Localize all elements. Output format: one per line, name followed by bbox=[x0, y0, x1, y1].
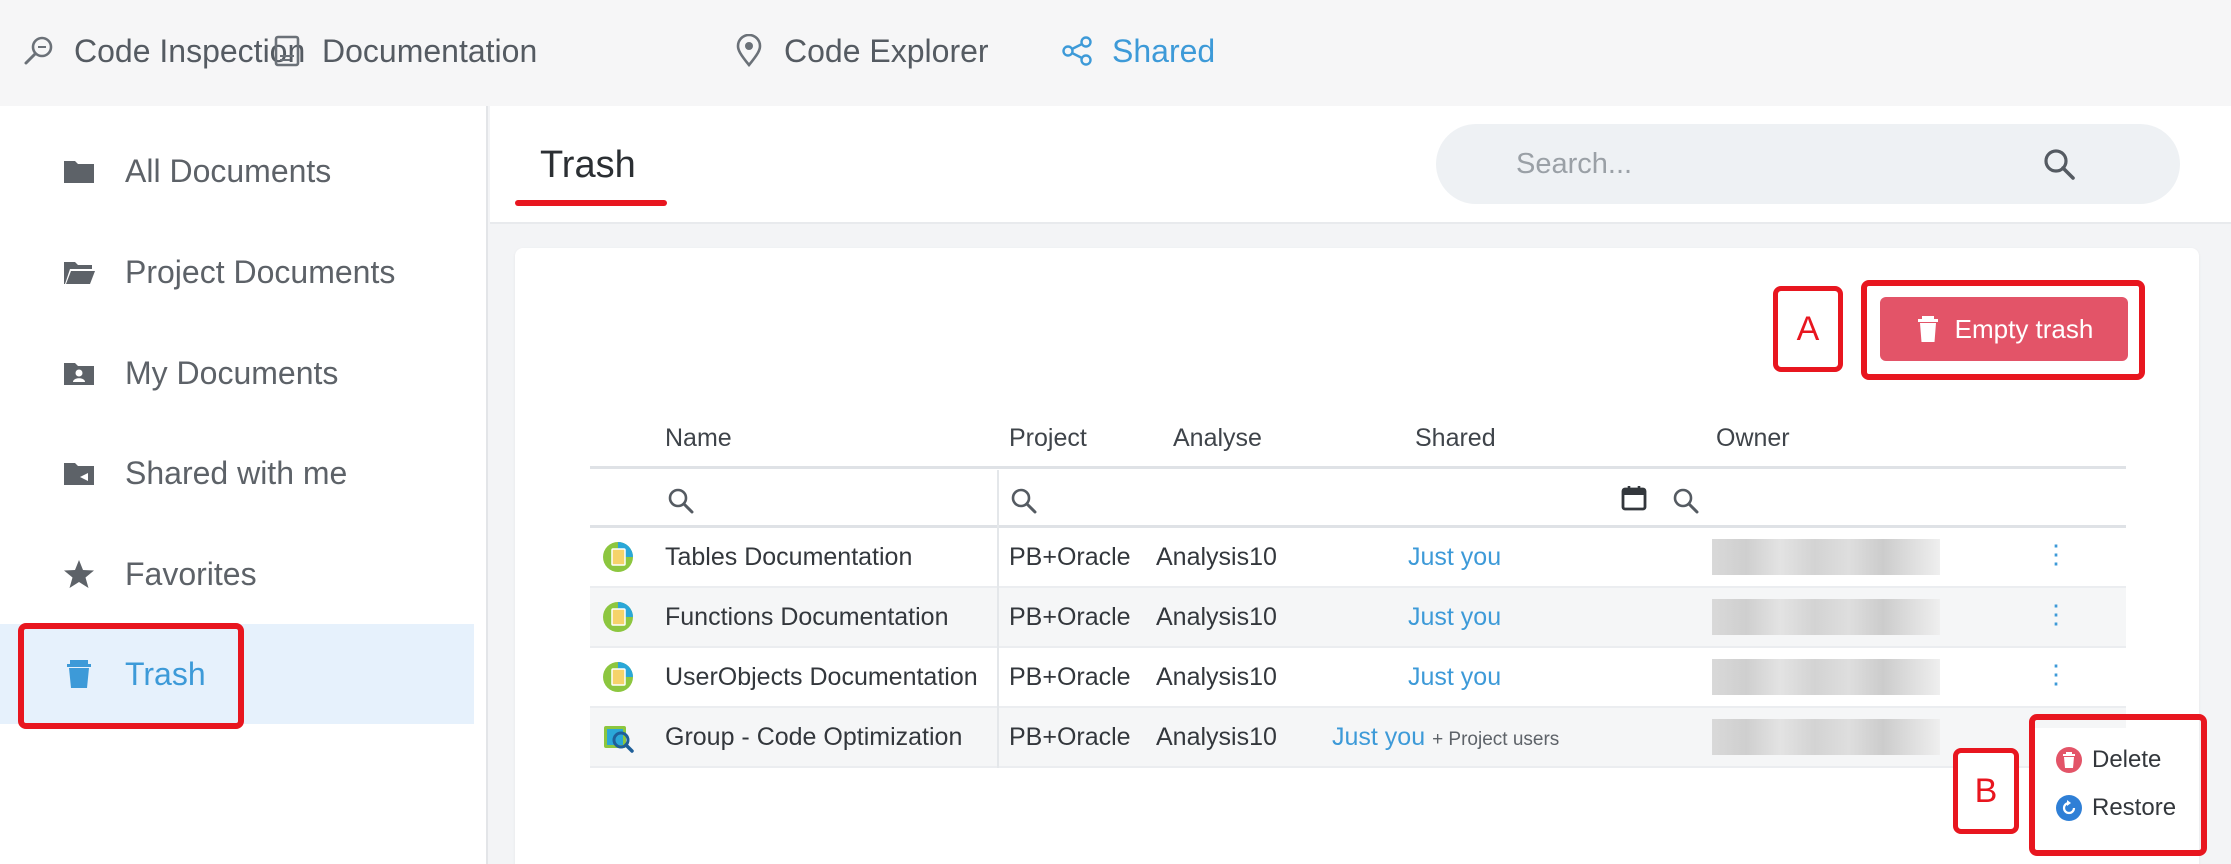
document-globe-icon bbox=[603, 662, 633, 692]
user-folder-icon bbox=[64, 363, 94, 385]
document-globe-icon bbox=[603, 542, 633, 572]
annotation-label-b: B bbox=[1953, 748, 2019, 834]
page-title: Trash bbox=[540, 144, 636, 186]
nav-label: Shared bbox=[1112, 32, 1216, 69]
filter-search-icon[interactable] bbox=[1010, 487, 1038, 515]
document-globe-icon bbox=[603, 602, 633, 632]
row-shared[interactable]: Just you + Project users bbox=[1332, 723, 1559, 752]
sidebar-item-all-documents[interactable]: All Documents bbox=[0, 121, 474, 221]
code-optimization-icon bbox=[604, 726, 634, 753]
app-root: Code Inspection Documentation Code Explo… bbox=[0, 0, 2231, 864]
nav-code-inspection[interactable]: Code Inspection bbox=[22, 28, 305, 74]
column-header-analyse[interactable]: Analyse bbox=[1173, 424, 1262, 453]
sidebar-item-shared-with-me[interactable]: Shared with me bbox=[0, 423, 474, 523]
folder-icon bbox=[64, 161, 94, 183]
sidebar-item-label: All Documents bbox=[125, 152, 332, 189]
nav-label: Documentation bbox=[322, 32, 538, 69]
owner-redacted bbox=[1712, 539, 1940, 575]
column-header-shared[interactable]: Shared bbox=[1415, 424, 1496, 453]
row-shared[interactable]: Just you bbox=[1408, 603, 1501, 632]
title-underline bbox=[515, 200, 667, 206]
row-divider bbox=[590, 646, 2126, 648]
nav-code-explorer[interactable]: Code Explorer bbox=[732, 28, 989, 74]
row-actions-menu-icon[interactable]: ⋮ bbox=[2043, 659, 2069, 689]
sidebar-item-label: My Documents bbox=[125, 354, 339, 391]
row-project: PB+Oracle bbox=[1009, 543, 1131, 571]
filter-search-icon[interactable] bbox=[1672, 487, 1700, 515]
row-name[interactable]: UserObjects Documentation bbox=[665, 663, 978, 692]
owner-redacted bbox=[1712, 599, 1940, 635]
column-header-name[interactable]: Name bbox=[665, 424, 732, 453]
map-pin-icon bbox=[736, 34, 762, 68]
row-analyse: Analysis10 bbox=[1156, 723, 1277, 751]
shared-extra: + Project users bbox=[1432, 729, 1560, 750]
row-shared[interactable]: Just you bbox=[1408, 663, 1501, 692]
sidebar-item-label: Favorites bbox=[125, 555, 257, 592]
header-divider bbox=[590, 466, 2126, 469]
top-navigation: Code Inspection Documentation Code Explo… bbox=[0, 0, 2231, 106]
empty-trash-label: Empty trash bbox=[1954, 313, 2094, 344]
magnifier-inspect-icon bbox=[24, 36, 53, 65]
row-actions-menu-icon[interactable]: ⋮ bbox=[2043, 599, 2069, 629]
row-name[interactable]: Functions Documentation bbox=[665, 603, 948, 632]
row-analyse: Analysis10 bbox=[1156, 603, 1277, 631]
row-project: PB+Oracle bbox=[1009, 663, 1131, 691]
search-icon[interactable] bbox=[2041, 146, 2077, 182]
sidebar-item-label: Shared with me bbox=[125, 454, 348, 491]
nav-documentation[interactable]: Documentation bbox=[270, 28, 537, 74]
row-name[interactable]: Tables Documentation bbox=[665, 543, 912, 572]
row-name[interactable]: Group - Code Optimization bbox=[665, 723, 962, 752]
owner-redacted bbox=[1712, 659, 1940, 695]
row-shared[interactable]: Just you bbox=[1408, 543, 1501, 572]
shared-value: Just you bbox=[1408, 543, 1502, 571]
shared-value: Just you bbox=[1408, 603, 1502, 631]
row-actions-menu-icon[interactable]: ⋮ bbox=[2043, 539, 2069, 569]
star-icon bbox=[64, 560, 94, 588]
row-project: PB+Oracle bbox=[1009, 723, 1131, 751]
annotation-context-menu-highlight bbox=[2029, 714, 2207, 856]
column-header-project[interactable]: Project bbox=[1009, 424, 1087, 453]
document-icon bbox=[274, 35, 300, 67]
column-header-owner[interactable]: Owner bbox=[1716, 424, 1790, 453]
annotation-trash-highlight bbox=[18, 623, 244, 729]
shared-value: Just you bbox=[1332, 723, 1426, 751]
row-divider bbox=[590, 586, 2126, 588]
sidebar-item-label: Project Documents bbox=[125, 253, 396, 290]
row-analyse: Analysis10 bbox=[1156, 663, 1277, 691]
folder-open-icon bbox=[64, 262, 95, 284]
sidebar-item-project-documents[interactable]: Project Documents bbox=[0, 222, 474, 322]
annotation-label-a: A bbox=[1773, 286, 1843, 372]
shared-value: Just you bbox=[1408, 663, 1502, 691]
page-header: Trash bbox=[490, 106, 2231, 224]
owner-redacted bbox=[1712, 719, 1940, 755]
calendar-icon[interactable] bbox=[1620, 484, 1648, 512]
search-box[interactable] bbox=[1436, 124, 2180, 204]
search-input[interactable] bbox=[1516, 142, 2036, 186]
shared-folder-icon bbox=[64, 463, 94, 485]
trash-icon bbox=[1917, 316, 1938, 342]
nav-label: Code Explorer bbox=[784, 32, 989, 69]
row-project: PB+Oracle bbox=[1009, 603, 1131, 631]
column-separator bbox=[997, 470, 999, 768]
row-divider bbox=[590, 766, 2126, 768]
empty-trash-button[interactable]: Empty trash bbox=[1880, 297, 2128, 361]
sidebar: All Documents Project Documents My Docum… bbox=[0, 106, 488, 864]
row-analyse: Analysis10 bbox=[1156, 543, 1277, 571]
nav-shared[interactable]: Shared bbox=[1060, 28, 1215, 74]
sidebar-item-favorites[interactable]: Favorites bbox=[0, 524, 474, 624]
sidebar-item-my-documents[interactable]: My Documents bbox=[0, 323, 474, 423]
filter-search-icon[interactable] bbox=[667, 487, 695, 515]
share-icon bbox=[1062, 36, 1092, 66]
row-divider bbox=[590, 706, 2126, 708]
